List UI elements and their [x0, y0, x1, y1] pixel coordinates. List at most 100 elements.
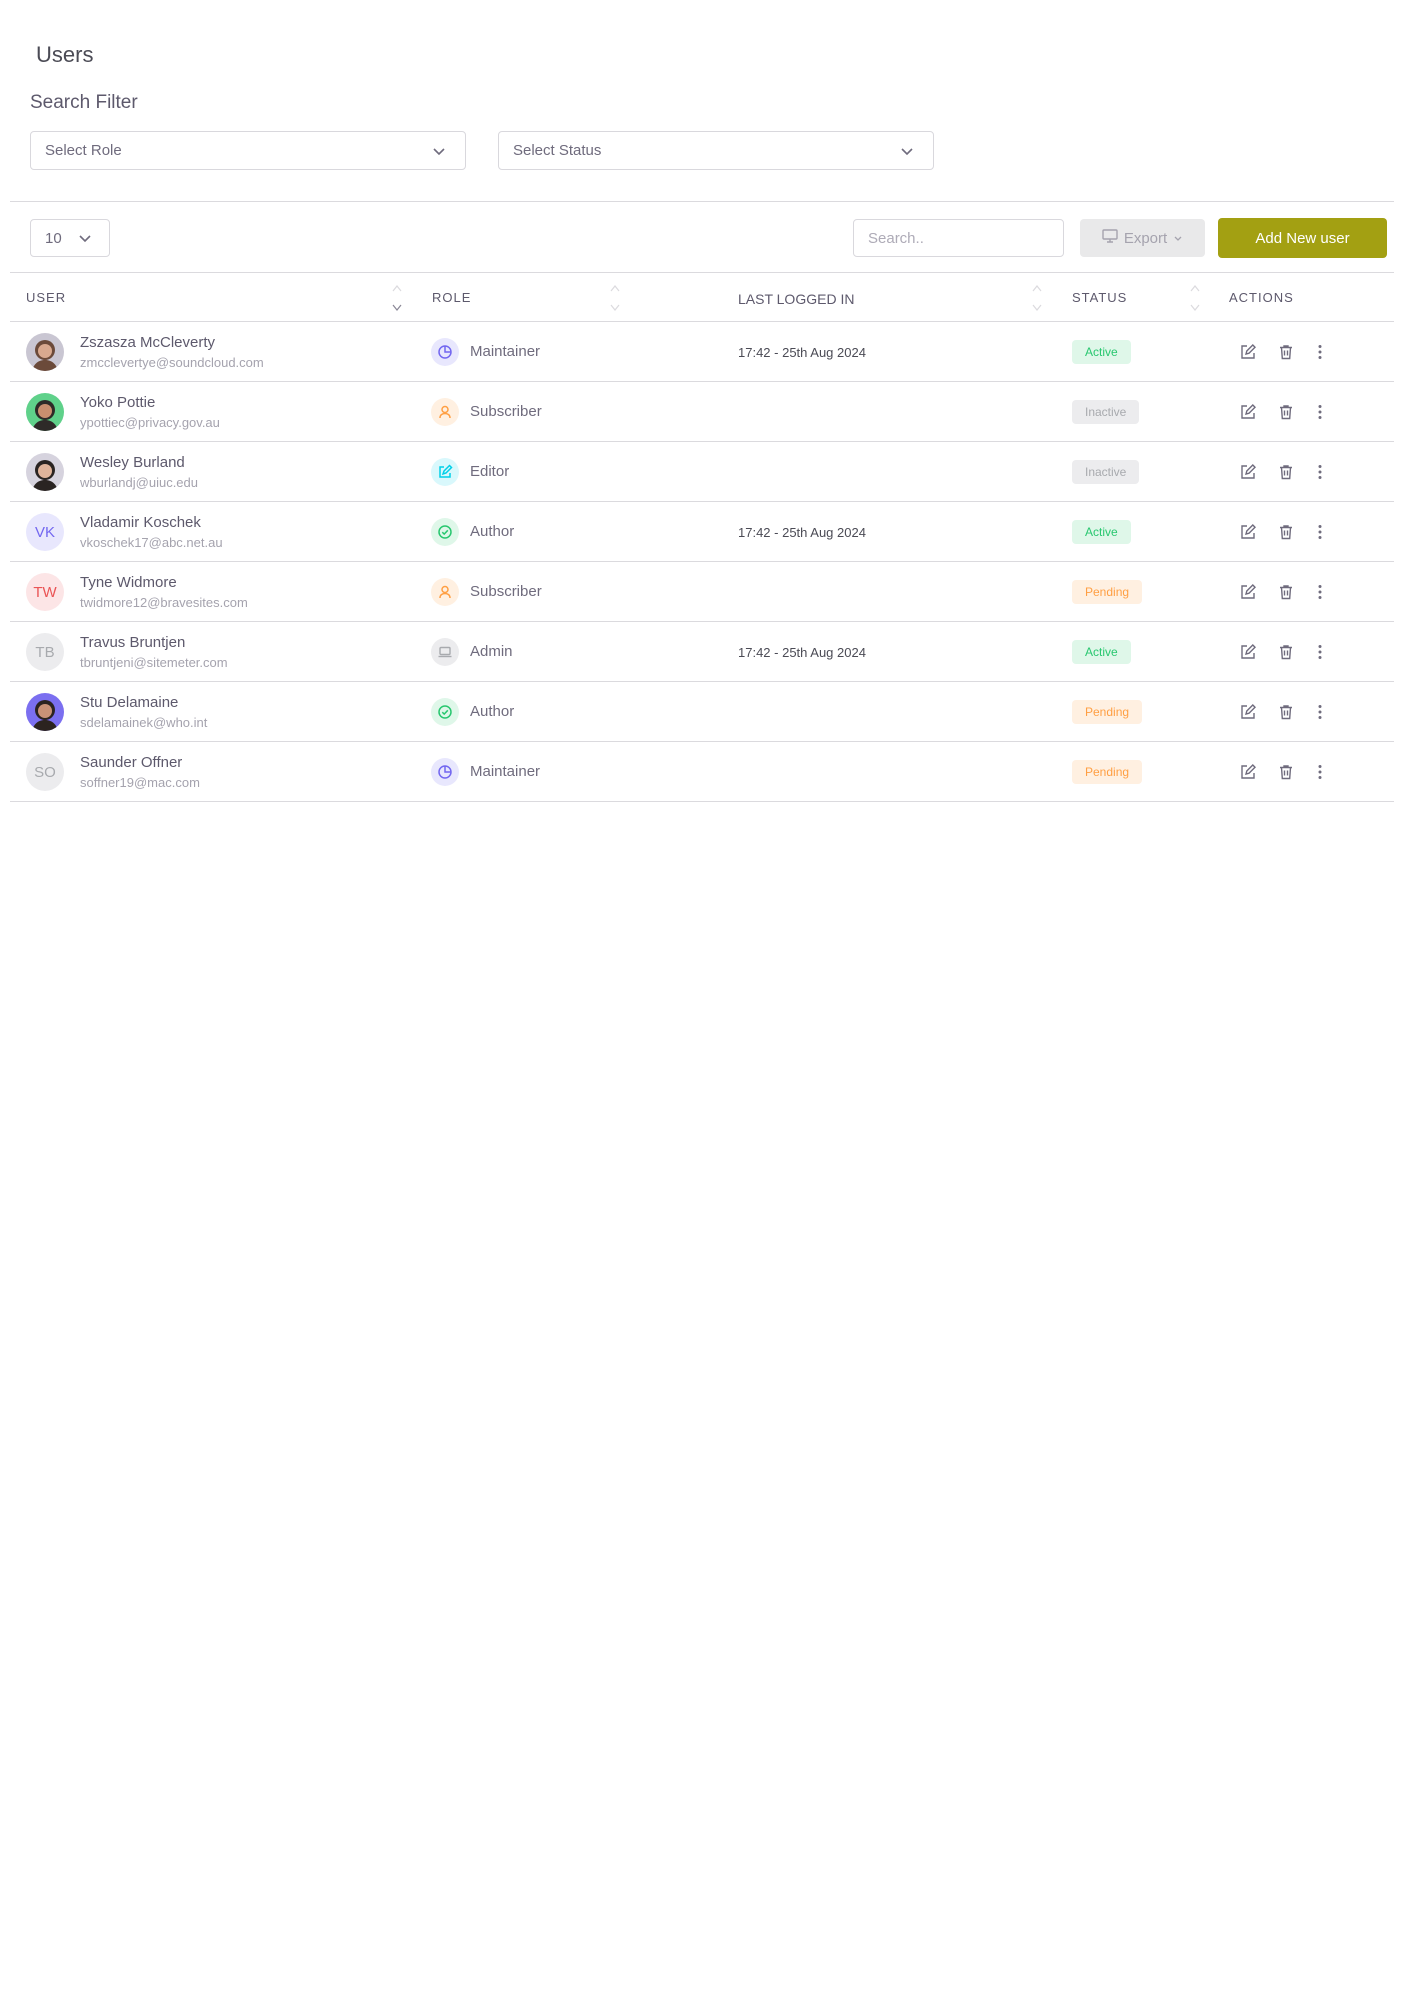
- check-circle-icon: [431, 518, 459, 546]
- table-row: SO Saunder Offner soffner19@mac.com Main…: [10, 742, 1394, 802]
- role-label: Maintainer: [470, 763, 541, 780]
- column-header-status[interactable]: STATUS: [1072, 290, 1127, 305]
- user-name[interactable]: Yoko Pottie: [80, 394, 155, 411]
- export-label: Export: [1123, 229, 1168, 247]
- chevron-down-icon: [431, 143, 447, 159]
- status-badge: Inactive: [1072, 400, 1140, 424]
- edit-icon[interactable]: [1237, 401, 1259, 423]
- monitor-icon: [1102, 229, 1118, 247]
- table-row: TW Tyne Widmore twidmore12@bravesites.co…: [10, 562, 1394, 622]
- page-size-select[interactable]: 10: [30, 219, 110, 257]
- role-select[interactable]: Select Role: [30, 131, 466, 170]
- more-vertical-icon[interactable]: [1309, 461, 1331, 483]
- avatar: VK: [26, 513, 64, 551]
- sort-icon[interactable]: [1190, 284, 1200, 312]
- role-select-value: Select Role: [45, 142, 122, 159]
- status-badge: Pending: [1072, 580, 1143, 604]
- trash-icon[interactable]: [1275, 641, 1297, 663]
- more-vertical-icon[interactable]: [1309, 341, 1331, 363]
- status-select[interactable]: Select Status: [498, 131, 934, 170]
- edit-icon[interactable]: [1237, 341, 1259, 363]
- user-name[interactable]: Travus Bruntjen: [80, 634, 185, 651]
- trash-icon[interactable]: [1275, 341, 1297, 363]
- user-email: ypottiec@privacy.gov.au: [80, 415, 220, 430]
- sort-icon[interactable]: [1032, 284, 1042, 312]
- edit-icon: [431, 458, 459, 486]
- divider: [10, 201, 1394, 202]
- column-header-actions: ACTIONS: [1229, 290, 1294, 305]
- sort-icon[interactable]: [392, 284, 402, 312]
- user-email: sdelamainek@who.int: [80, 715, 208, 730]
- status-badge: Pending: [1072, 760, 1143, 784]
- check-circle-icon: [431, 698, 459, 726]
- more-vertical-icon[interactable]: [1309, 701, 1331, 723]
- avatar: [26, 333, 64, 371]
- user-icon: [431, 398, 459, 426]
- user-name[interactable]: Wesley Burland: [80, 454, 185, 471]
- role-label: Admin: [470, 643, 513, 660]
- last-logged-in: 17:42 - 25th Aug 2024: [738, 525, 866, 540]
- role-label: Maintainer: [470, 343, 541, 360]
- table-row: Zszasza McCleverty zmcclevertye@soundclo…: [10, 322, 1394, 382]
- status-badge: Active: [1072, 520, 1131, 544]
- more-vertical-icon[interactable]: [1309, 641, 1331, 663]
- edit-icon[interactable]: [1237, 581, 1259, 603]
- page-size-value: 10: [45, 229, 62, 247]
- trash-icon[interactable]: [1275, 581, 1297, 603]
- trash-icon[interactable]: [1275, 761, 1297, 783]
- table-row: VK Vladamir Koschek vkoschek17@abc.net.a…: [10, 502, 1394, 562]
- avatar: [26, 393, 64, 431]
- column-header-role[interactable]: ROLE: [432, 290, 471, 305]
- last-logged-in: 17:42 - 25th Aug 2024: [738, 645, 866, 660]
- edit-icon[interactable]: [1237, 761, 1259, 783]
- role-label: Subscriber: [470, 583, 542, 600]
- user-name[interactable]: Saunder Offner: [80, 754, 182, 771]
- role-label: Subscriber: [470, 403, 542, 420]
- edit-icon[interactable]: [1237, 641, 1259, 663]
- edit-icon[interactable]: [1237, 521, 1259, 543]
- trash-icon[interactable]: [1275, 701, 1297, 723]
- trash-icon[interactable]: [1275, 461, 1297, 483]
- user-name[interactable]: Vladamir Koschek: [80, 514, 201, 531]
- search-input[interactable]: [853, 219, 1064, 257]
- filter-title: Search Filter: [30, 92, 138, 113]
- more-vertical-icon[interactable]: [1309, 521, 1331, 543]
- table-row: TB Travus Bruntjen tbruntjeni@sitemeter.…: [10, 622, 1394, 682]
- pie-chart-icon: [431, 338, 459, 366]
- pie-chart-icon: [431, 758, 459, 786]
- table-top-border: [10, 272, 1394, 273]
- edit-icon[interactable]: [1237, 701, 1259, 723]
- row-divider: [10, 801, 1394, 802]
- status-badge: Active: [1072, 640, 1131, 664]
- more-vertical-icon[interactable]: [1309, 581, 1331, 603]
- status-badge: Active: [1072, 340, 1131, 364]
- add-user-button[interactable]: Add New user: [1218, 218, 1387, 258]
- sort-icon[interactable]: [610, 284, 620, 312]
- avatar: TB: [26, 633, 64, 671]
- trash-icon[interactable]: [1275, 401, 1297, 423]
- avatar: TW: [26, 573, 64, 611]
- more-vertical-icon[interactable]: [1309, 761, 1331, 783]
- last-logged-in: 17:42 - 25th Aug 2024: [738, 345, 866, 360]
- column-header-last-logged-in[interactable]: LAST LOGGED IN: [738, 291, 854, 307]
- user-email: twidmore12@bravesites.com: [80, 595, 248, 610]
- chevron-down-icon: [899, 143, 915, 159]
- column-header-user[interactable]: USER: [26, 290, 66, 305]
- user-name[interactable]: Zszasza McCleverty: [80, 334, 215, 351]
- user-name[interactable]: Stu Delamaine: [80, 694, 178, 711]
- export-button[interactable]: Export: [1080, 219, 1205, 257]
- chevron-down-icon: [77, 230, 93, 246]
- user-email: tbruntjeni@sitemeter.com: [80, 655, 228, 670]
- trash-icon[interactable]: [1275, 521, 1297, 543]
- more-vertical-icon[interactable]: [1309, 401, 1331, 423]
- status-select-value: Select Status: [513, 142, 602, 159]
- table-row: Yoko Pottie ypottiec@privacy.gov.au Subs…: [10, 382, 1394, 442]
- edit-icon[interactable]: [1237, 461, 1259, 483]
- table-row: Wesley Burland wburlandj@uiuc.edu Editor…: [10, 442, 1394, 502]
- status-badge: Pending: [1072, 700, 1143, 724]
- user-email: vkoschek17@abc.net.au: [80, 535, 223, 550]
- page-title: Users: [36, 42, 94, 67]
- laptop-icon: [431, 638, 459, 666]
- chevron-down-icon: [1173, 230, 1183, 247]
- user-name[interactable]: Tyne Widmore: [80, 574, 177, 591]
